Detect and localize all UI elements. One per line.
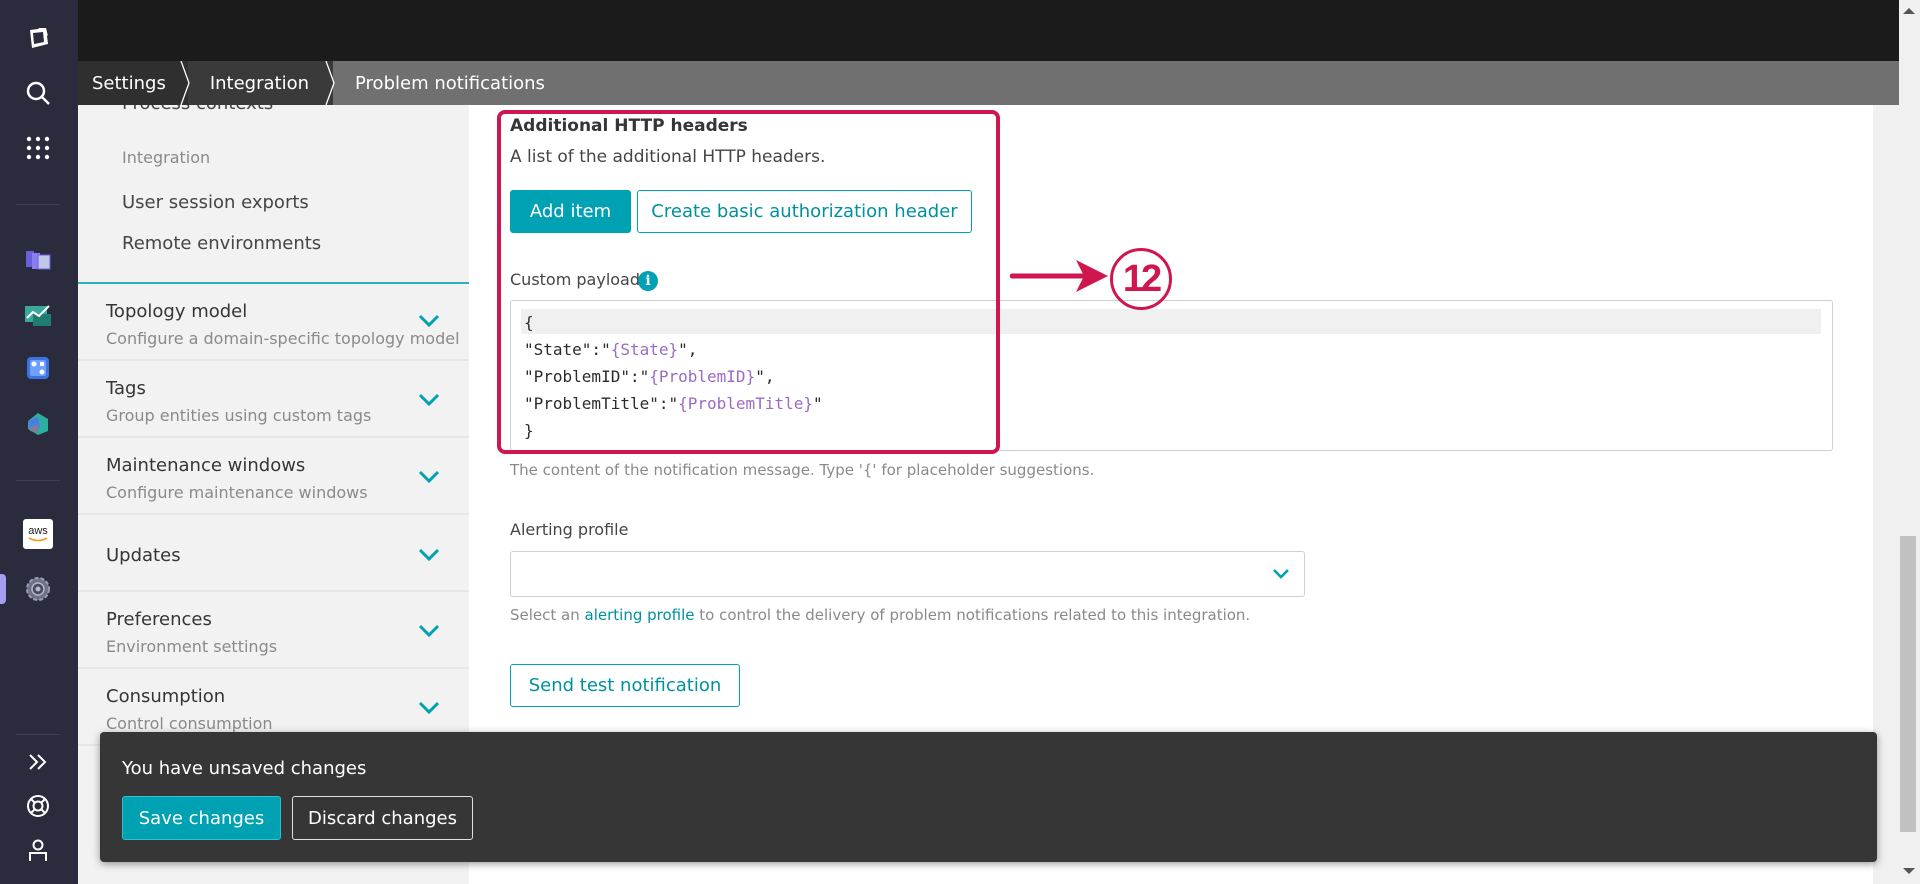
code-token: "ProblemID":" — [524, 367, 650, 386]
breadcrumb-settings[interactable]: Settings — [78, 61, 190, 105]
sidebar-section-preferences[interactable]: Preferences Environment settings — [78, 592, 469, 669]
headers-description: A list of the additional HTTP headers. — [510, 147, 826, 167]
chevron-down-icon — [418, 314, 440, 328]
rail-divider — [16, 480, 60, 481]
code-line: } — [524, 417, 823, 444]
add-item-button[interactable]: Add item — [510, 190, 631, 233]
app-rail: aws — [0, 0, 78, 884]
chevron-down-icon — [418, 548, 440, 562]
code-token: "State":" — [524, 340, 611, 359]
section-desc: Configure maintenance windows — [106, 483, 368, 502]
custom-payload-label: Custom payload — [510, 270, 641, 289]
breadcrumb-separator-icon — [179, 61, 190, 105]
help-text-post: to control the delivery of problem notif… — [694, 606, 1251, 624]
placeholder-token: {State} — [610, 340, 679, 359]
send-test-notification-button[interactable]: Send test notification — [510, 664, 740, 707]
section-title: Topology model — [106, 301, 248, 322]
toast-message: You have unsaved changes — [122, 758, 367, 779]
alerting-profile-select[interactable] — [510, 551, 1305, 597]
code-token: { — [524, 313, 534, 332]
rail-divider — [16, 204, 60, 205]
chevron-down-icon — [1273, 569, 1289, 579]
section-desc: Control consumption — [106, 714, 273, 733]
code-token: ", — [755, 367, 775, 386]
payload-code: {"State":"{State}", "ProblemID":"{Problem… — [524, 309, 823, 444]
chevron-down-icon — [418, 470, 440, 484]
chevron-down-icon — [418, 393, 440, 407]
rail-divider — [16, 734, 60, 735]
sidebar-group-heading: Integration — [122, 148, 211, 167]
section-title: Preferences — [106, 609, 212, 630]
save-changes-button[interactable]: Save changes — [122, 796, 281, 840]
sidebar-section-updates[interactable]: Updates — [78, 515, 469, 592]
user-icon[interactable] — [22, 834, 54, 866]
sidebar-section-maintenance-windows[interactable]: Maintenance windows Configure maintenanc… — [78, 438, 469, 515]
search-icon[interactable] — [22, 77, 54, 109]
expand-icon[interactable] — [22, 746, 54, 778]
scroll-down-arrow-icon[interactable] — [1903, 868, 1915, 874]
vertical-scrollbar[interactable] — [1899, 0, 1920, 884]
app-icon[interactable] — [22, 407, 54, 439]
section-desc: Configure a domain-specific topology mod… — [106, 329, 460, 348]
code-line: "ProblemTitle":"{ProblemTitle}" — [524, 390, 823, 417]
code-token: "ProblemTitle":" — [524, 394, 679, 413]
help-text-pre: Select an — [510, 606, 585, 624]
breadcrumb-label: Settings — [92, 72, 166, 94]
breadcrumb: Settings Integration Problem notificatio… — [78, 61, 1899, 105]
payload-help-text: The content of the notification message.… — [510, 461, 1095, 479]
alerting-profile-label: Alerting profile — [510, 520, 629, 539]
placeholder-token: {ProblemID} — [649, 367, 756, 386]
headers-title: Additional HTTP headers — [510, 116, 748, 136]
sidebar-section-tags[interactable]: Tags Group entities using custom tags — [78, 361, 469, 438]
breadcrumb-label: Problem notifications — [355, 72, 545, 94]
section-title: Tags — [106, 378, 146, 399]
sidebar-item-cut[interactable]: Process contexts — [122, 105, 273, 114]
dynatrace-logo-icon[interactable] — [22, 22, 54, 54]
code-token: ", — [678, 340, 698, 359]
code-token: " — [812, 394, 823, 413]
sidebar-section-topology-model[interactable]: Topology model Configure a domain-specif… — [78, 284, 469, 361]
scrollbar-thumb[interactable] — [1900, 536, 1916, 832]
chevron-down-icon — [418, 624, 440, 638]
custom-payload-editor[interactable]: {"State":"{State}", "ProblemID":"{Problem… — [510, 300, 1833, 451]
sidebar-item-remote-environments[interactable]: Remote environments — [122, 233, 321, 254]
infrastructure-icon[interactable] — [22, 243, 54, 275]
code-line: "State":"{State}", — [524, 336, 823, 363]
create-basic-auth-header-button[interactable]: Create basic authorization header — [637, 190, 972, 233]
apps-grid-icon[interactable] — [22, 132, 54, 164]
top-bar — [78, 0, 1899, 61]
chevron-down-icon — [418, 701, 440, 715]
section-desc: Environment settings — [106, 637, 278, 656]
breadcrumb-problem-notifications[interactable]: Problem notifications — [333, 61, 567, 105]
section-title: Updates — [106, 545, 181, 566]
alerting-profile-link[interactable]: alerting profile — [585, 606, 695, 624]
annotation-step-number: 12 — [1110, 248, 1172, 310]
breadcrumb-integration[interactable]: Integration — [187, 61, 335, 105]
code-line: { — [524, 309, 823, 336]
alerting-help-text: Select an alerting profile to control th… — [510, 606, 1250, 624]
unsaved-changes-toast: You have unsaved changes Save changes Di… — [100, 732, 1877, 862]
discard-changes-button[interactable]: Discard changes — [292, 796, 473, 840]
aws-icon[interactable]: aws — [22, 518, 54, 550]
section-title: Consumption — [106, 686, 226, 707]
annotation-arrow-icon — [1010, 260, 1108, 292]
breadcrumb-label: Integration — [209, 72, 310, 94]
settings-gear-icon[interactable] — [22, 573, 54, 605]
breadcrumb-separator-icon — [325, 61, 335, 105]
workflows-icon[interactable] — [22, 352, 54, 384]
sidebar-item-user-session-exports[interactable]: User session exports — [122, 192, 309, 213]
section-title: Maintenance windows — [106, 455, 306, 476]
section-desc: Group entities using custom tags — [106, 406, 372, 425]
help-icon[interactable] — [22, 790, 54, 822]
active-indicator — [0, 574, 6, 604]
code-line: "ProblemID":"{ProblemID}", — [524, 363, 823, 390]
code-token: } — [524, 421, 534, 440]
info-icon[interactable]: i — [638, 271, 658, 291]
aws-label: aws — [28, 525, 48, 537]
placeholder-token: {ProblemTitle} — [678, 394, 813, 413]
dashboards-icon[interactable] — [22, 298, 54, 330]
scroll-up-arrow-icon[interactable] — [1903, 8, 1915, 14]
